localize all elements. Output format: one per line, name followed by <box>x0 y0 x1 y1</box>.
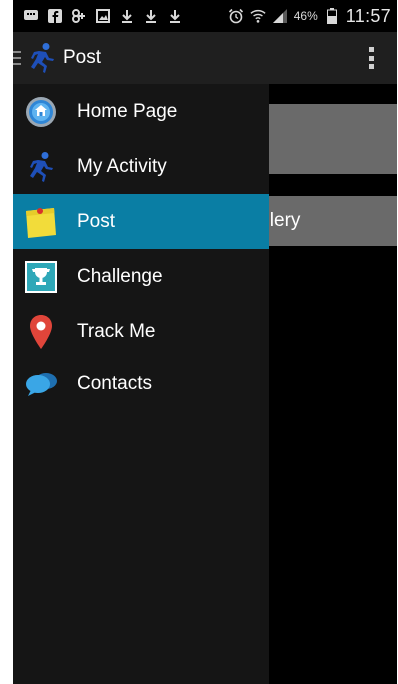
drawer-item-track-me[interactable]: Track Me <box>13 304 269 359</box>
drawer-item-challenge[interactable]: Challenge <box>13 249 269 304</box>
drawer-item-label: Post <box>77 210 116 232</box>
sticky-note-icon <box>22 203 60 241</box>
drawer-item-label: Challenge <box>77 265 163 287</box>
page-title: Post <box>63 47 102 68</box>
wifi-icon <box>250 8 266 24</box>
trophy-icon <box>22 258 60 296</box>
drawer-item-label: Home Page <box>77 100 178 122</box>
phone-screen: 46% 11:57 Post allery Home Page My Activ… <box>13 0 397 684</box>
drawer-item-label: My Activity <box>77 155 167 177</box>
action-bar: Post <box>13 32 397 84</box>
status-left-icons <box>13 8 183 24</box>
status-time: 11:57 <box>345 5 391 26</box>
location-pin-icon <box>22 313 60 351</box>
home-icon <box>22 93 60 131</box>
battery-percent: 46% <box>293 9 318 23</box>
drawer-item-contacts[interactable]: Contacts <box>13 359 269 409</box>
image-icon <box>95 8 111 24</box>
status-right-icons: 46% 11:57 <box>228 6 397 27</box>
runner-icon <box>22 148 60 186</box>
drawer-item-label: Contacts <box>77 373 152 394</box>
drawer-item-my-activity[interactable]: My Activity <box>13 139 269 194</box>
overflow-menu-icon[interactable] <box>369 47 375 69</box>
drawer-item-post[interactable]: Post <box>13 194 269 249</box>
navigation-drawer: Home Page My Activity Post Challenge Tra… <box>13 84 269 684</box>
battery-icon <box>324 8 340 24</box>
google-plus-icon <box>71 8 87 24</box>
message-icon <box>23 8 39 24</box>
facebook-icon <box>47 8 63 24</box>
drawer-item-label: Track Me <box>77 320 156 342</box>
download-icon <box>143 8 159 24</box>
drawer-indicator-icon[interactable] <box>13 51 21 65</box>
chat-bubbles-icon <box>22 365 60 403</box>
download-icon <box>119 8 135 24</box>
status-bar: 46% 11:57 <box>13 0 397 32</box>
download-icon <box>167 8 183 24</box>
runner-icon[interactable] <box>27 42 57 74</box>
signal-icon <box>272 8 288 24</box>
drawer-item-home-page[interactable]: Home Page <box>13 84 269 139</box>
alarm-icon <box>228 8 244 24</box>
